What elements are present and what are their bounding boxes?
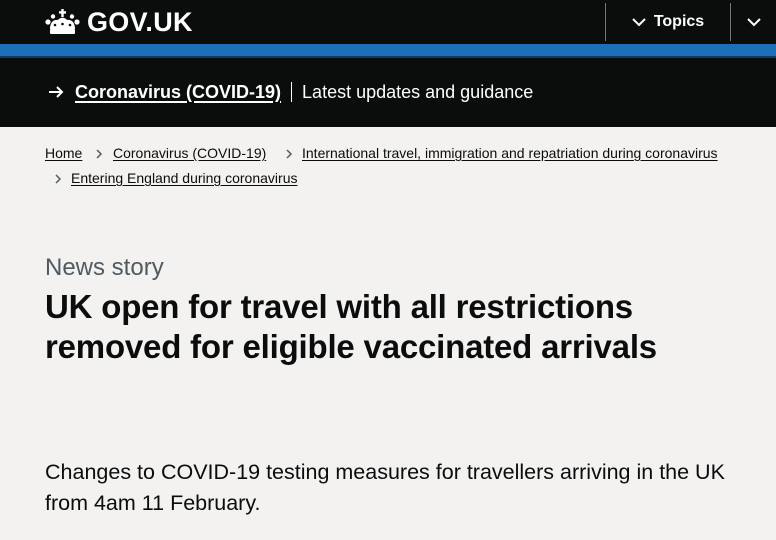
topics-menu-button[interactable]: Topics — [606, 3, 730, 41]
search-toggle-button[interactable] — [731, 3, 776, 41]
topics-label: Topics — [653, 13, 705, 30]
banner-subtitle: Latest updates and guidance — [302, 81, 534, 102]
lead-paragraph: Changes to COVID-19 testing measures for… — [45, 460, 725, 515]
topic-banner: Coronavirus (COVID-19) Latest updates an… — [0, 58, 776, 127]
govuk-logo-link[interactable]: GOV.UK — [44, 6, 193, 38]
chevron-down-icon — [632, 17, 646, 26]
header-blue-bar — [0, 44, 776, 56]
site-header: GOV.UK Topics — [0, 0, 776, 44]
banner-separator — [291, 82, 293, 102]
breadcrumb-coronavirus[interactable]: Coronavirus (COVID-19) — [113, 145, 266, 161]
breadcrumb-entering-england[interactable]: Entering England during coronavirus — [71, 170, 297, 186]
content-type-caption: News story — [45, 254, 164, 281]
page-title: UK open for travel with all restrictions… — [45, 288, 657, 365]
logo-text: GOV.UK — [87, 7, 193, 37]
breadcrumb-home[interactable]: Home — [45, 145, 82, 161]
chevron-right-icon — [55, 174, 62, 184]
chevron-down-icon — [746, 17, 761, 26]
crown-icon — [45, 9, 80, 34]
breadcrumb-international-travel[interactable]: International travel, immigration and re… — [302, 145, 718, 161]
chevron-right-icon — [286, 149, 293, 159]
arrow-right-icon — [49, 86, 64, 98]
chevron-right-icon — [96, 149, 103, 159]
coronavirus-link[interactable]: Coronavirus (COVID-19) — [75, 82, 281, 103]
